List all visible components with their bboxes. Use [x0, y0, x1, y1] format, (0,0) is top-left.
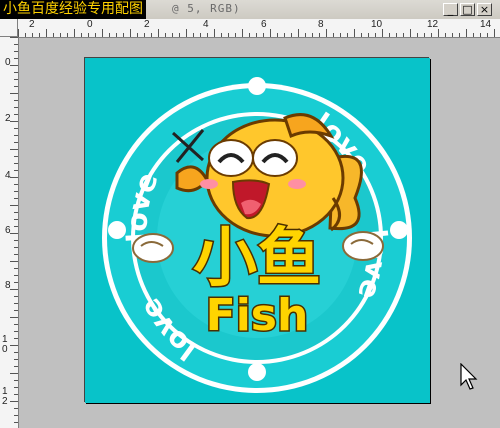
logo-chinese-text: 小鱼: [193, 222, 321, 296]
ruler-top-label: 2: [29, 19, 35, 30]
vertical-ruler[interactable]: 0 2 4 6 8 1 0 1 2: [0, 37, 19, 428]
mouse-pointer-icon: [460, 363, 478, 390]
fish-logo-artwork: love love love love: [102, 77, 412, 393]
minimize-button[interactable]: _: [443, 3, 458, 16]
left-wing: [132, 233, 174, 263]
title-bar: 小鱼百度经验专用配图 @ 5, RGB) _ □ ×: [0, 0, 500, 20]
ruler-top-label: 2: [144, 19, 150, 30]
ruler-top-label: 0: [87, 19, 93, 30]
horizontal-ruler[interactable]: 2 0 2 4 6 8 10 12 14: [18, 19, 500, 38]
right-wing: [342, 231, 384, 261]
ruler-top-label: 14: [480, 19, 492, 30]
window-title-rest: @ 5, RGB): [172, 2, 241, 15]
ruler-left-label: 4: [5, 170, 11, 181]
ruler-origin[interactable]: [0, 19, 18, 37]
logo-fish-text: Fish: [206, 290, 309, 341]
close-button[interactable]: ×: [477, 3, 492, 16]
image-canvas[interactable]: love love love love: [85, 58, 430, 403]
ruler-left-label: 1 2: [2, 386, 8, 407]
ruler-top-label: 10: [371, 19, 383, 30]
ruler-top-label: 8: [318, 19, 324, 30]
ruler-top-label: 12: [427, 19, 439, 30]
ruler-left-label: 2: [5, 113, 11, 124]
ruler-left-label: 0: [5, 57, 11, 68]
ruler-left-label: 1 0: [2, 334, 8, 355]
ruler-top-label: 4: [203, 19, 209, 30]
window-title-overlay: 小鱼百度经验专用配图: [0, 0, 146, 19]
maximize-button[interactable]: □: [460, 3, 475, 16]
ruler-left-label: 8: [5, 280, 11, 291]
ruler-top-label: 6: [261, 19, 267, 30]
ruler-left-label: 6: [5, 225, 11, 236]
